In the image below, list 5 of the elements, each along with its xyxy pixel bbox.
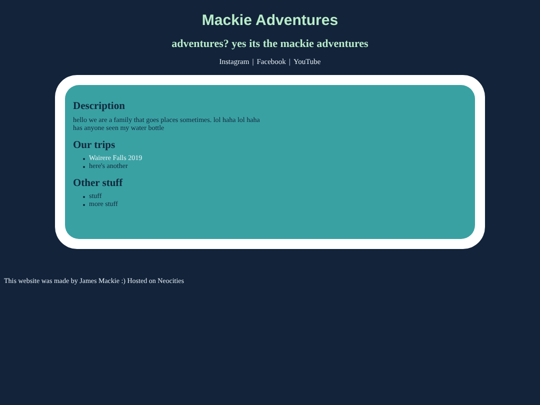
site-subtitle: adventures? yes its the mackie adventures — [170, 38, 370, 50]
section-heading: Our trips — [73, 140, 116, 151]
site-title: Mackie Adventures — [200, 11, 340, 29]
section-heading: Description — [73, 101, 126, 112]
section-heading: Other stuff — [73, 178, 124, 190]
